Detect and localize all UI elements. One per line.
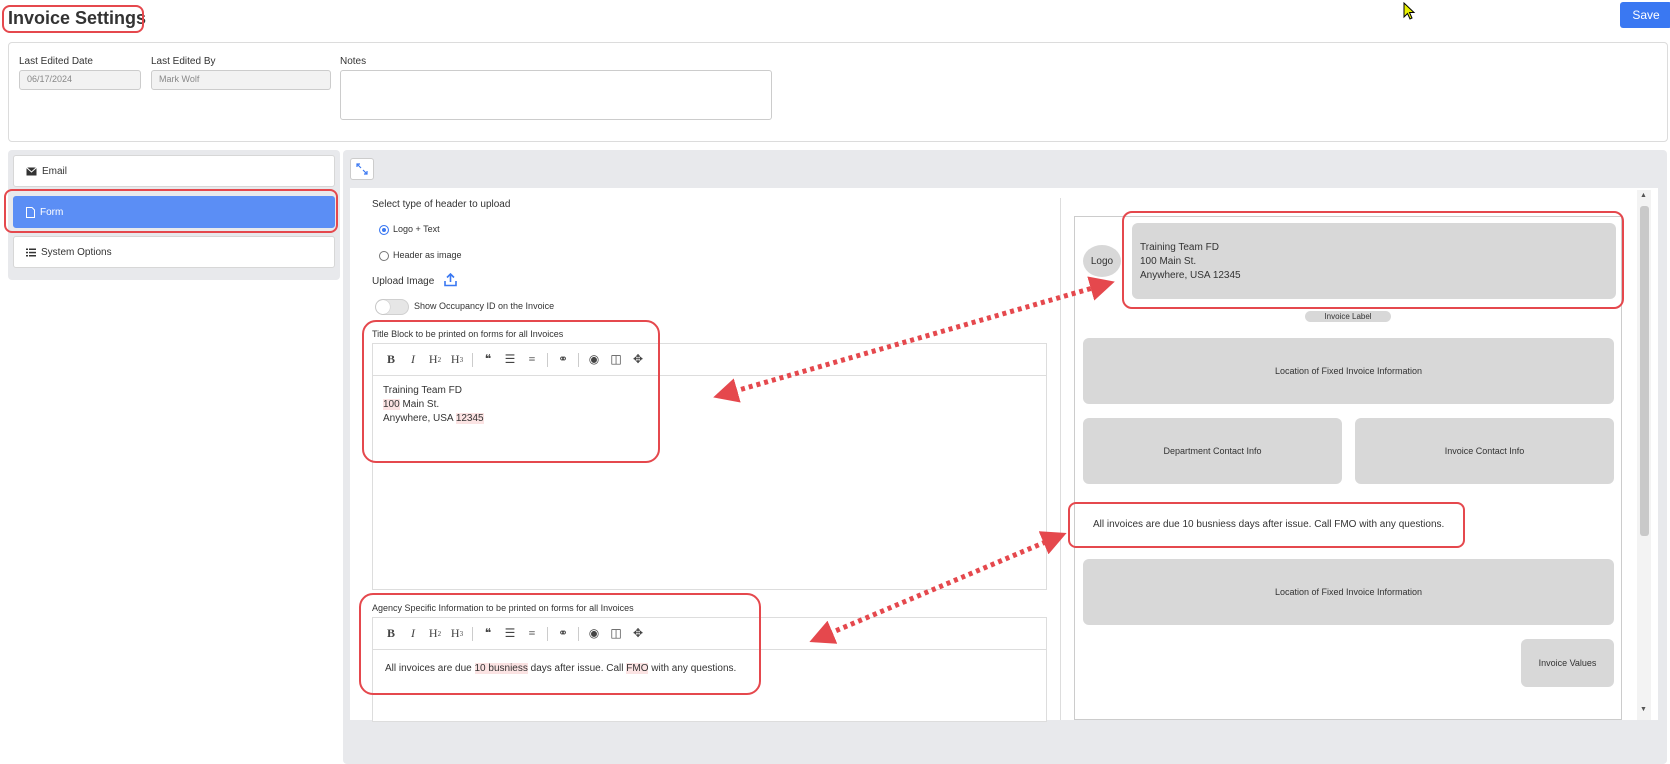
scroll-down-icon[interactable]: ▼ — [1640, 706, 1647, 713]
occupancy-toggle-label: Show Occupancy ID on the Invoice — [414, 301, 555, 311]
page-title: Invoice Settings — [8, 8, 147, 28]
title-block-text: Training Team FD 100 Main St. Anywhere, … — [383, 384, 484, 426]
title-line-1: Training Team FD — [383, 385, 462, 396]
title-block-label: Title Block to be printed on forms for a… — [372, 329, 564, 339]
radio-logo-text-label: Logo + Text — [393, 224, 440, 234]
scroll-up-icon[interactable]: ▲ — [1640, 192, 1647, 199]
preview-fixed-info-2: Location of Fixed Invoice Information — [1083, 559, 1614, 625]
title-block-editor[interactable]: B I H2 H3 ❝ ☰ ≡ ⚭ ◉ ◫ ✥ Training Team FD… — [372, 343, 1047, 590]
sidebar-item-form[interactable]: Form — [13, 196, 335, 228]
preview-invoice-contact: Invoice Contact Info — [1355, 418, 1614, 484]
title-line-3: Anywhere, USA 12345 — [383, 413, 484, 424]
upload-image-label: Upload Image — [372, 276, 435, 287]
list-icon — [26, 248, 36, 256]
notes-label: Notes — [340, 56, 367, 67]
notes-textarea[interactable] — [340, 70, 772, 120]
heading2-icon[interactable]: H2 — [425, 350, 445, 370]
italic-icon[interactable]: I — [403, 624, 423, 644]
heading2-icon[interactable]: H2 — [425, 624, 445, 644]
bullet-list-icon[interactable]: ☰ — [500, 350, 520, 370]
agency-info-editor[interactable]: B I H2 H3 ❝ ☰ ≡ ⚭ ◉ ◫ ✥ All invoices are… — [372, 617, 1047, 722]
heading3-icon[interactable]: H3 — [447, 624, 467, 644]
bold-icon[interactable]: B — [381, 624, 401, 644]
last-edited-by-field: Mark Wolf — [151, 70, 331, 90]
numbered-list-icon[interactable]: ≡ — [522, 350, 542, 370]
link-icon[interactable]: ⚭ — [553, 350, 573, 370]
last-edited-date-field: 06/17/2024 — [19, 70, 141, 90]
header-type-label: Select type of header to upload — [372, 199, 511, 210]
quote-icon[interactable]: ❝ — [478, 624, 498, 644]
fullscreen-icon[interactable]: ✥ — [628, 624, 648, 644]
document-icon — [26, 206, 35, 218]
expand-icon — [356, 163, 368, 175]
numbered-list-icon[interactable]: ≡ — [522, 624, 542, 644]
italic-icon[interactable]: I — [403, 350, 423, 370]
sidebar-item-label: Email — [42, 165, 68, 177]
sidebar-item-label: Form — [40, 206, 64, 218]
preview-department-contact: Department Contact Info — [1083, 418, 1342, 484]
expand-button[interactable] — [350, 158, 374, 180]
preview-invoice-label: Invoice Label — [1305, 311, 1391, 322]
sidebar-item-system-options[interactable]: System Options — [13, 236, 335, 268]
save-button[interactable]: Save — [1620, 2, 1670, 28]
preview-icon[interactable]: ◉ — [584, 350, 604, 370]
occupancy-toggle[interactable] — [375, 299, 409, 315]
preview-agency-text: All invoices are due 10 busniess days af… — [1093, 519, 1445, 530]
link-icon[interactable]: ⚭ — [553, 624, 573, 644]
side-by-side-icon[interactable]: ◫ — [606, 624, 626, 644]
envelope-icon — [26, 166, 37, 175]
agency-info-label: Agency Specific Information to be printe… — [372, 603, 634, 613]
radio-header-image[interactable] — [379, 251, 389, 261]
radio-logo-text[interactable] — [379, 225, 389, 235]
radio-header-image-label: Header as image — [393, 250, 462, 260]
preview-fixed-info-1: Location of Fixed Invoice Information — [1083, 338, 1614, 404]
sidebar-item-label: System Options — [41, 246, 112, 258]
sidebar-item-email[interactable]: Email — [13, 155, 335, 187]
preview-title-line-2: 100 Main St. — [1140, 256, 1197, 267]
preview-title-block: Training Team FD 100 Main St. Anywhere, … — [1132, 223, 1616, 299]
preview-icon[interactable]: ◉ — [584, 624, 604, 644]
scrollbar-thumb[interactable] — [1640, 206, 1649, 536]
preview-invoice-values: Invoice Values — [1521, 639, 1614, 687]
bold-icon[interactable]: B — [381, 350, 401, 370]
column-divider — [1060, 198, 1061, 720]
preview-title-line-3: Anywhere, USA 12345 — [1140, 270, 1241, 281]
last-edited-date-label: Last Edited Date — [19, 56, 93, 67]
upload-icon[interactable] — [444, 273, 457, 287]
bullet-list-icon[interactable]: ☰ — [500, 624, 520, 644]
last-edited-by-label: Last Edited By — [151, 56, 216, 67]
editor-toolbar: B I H2 H3 ❝ ☰ ≡ ⚭ ◉ ◫ ✥ — [373, 618, 1046, 650]
agency-info-text: All invoices are due 10 busniess days af… — [385, 663, 737, 674]
quote-icon[interactable]: ❝ — [478, 350, 498, 370]
preview-title-line-1: Training Team FD — [1140, 242, 1219, 253]
editor-toolbar: B I H2 H3 ❝ ☰ ≡ ⚭ ◉ ◫ ✥ — [373, 344, 1046, 376]
mouse-cursor-icon — [1403, 2, 1416, 20]
heading3-icon[interactable]: H3 — [447, 350, 467, 370]
title-line-2: 100 Main St. — [383, 399, 440, 410]
fullscreen-icon[interactable]: ✥ — [628, 350, 648, 370]
side-by-side-icon[interactable]: ◫ — [606, 350, 626, 370]
preview-logo: Logo — [1083, 245, 1121, 277]
meta-panel — [8, 42, 1668, 142]
